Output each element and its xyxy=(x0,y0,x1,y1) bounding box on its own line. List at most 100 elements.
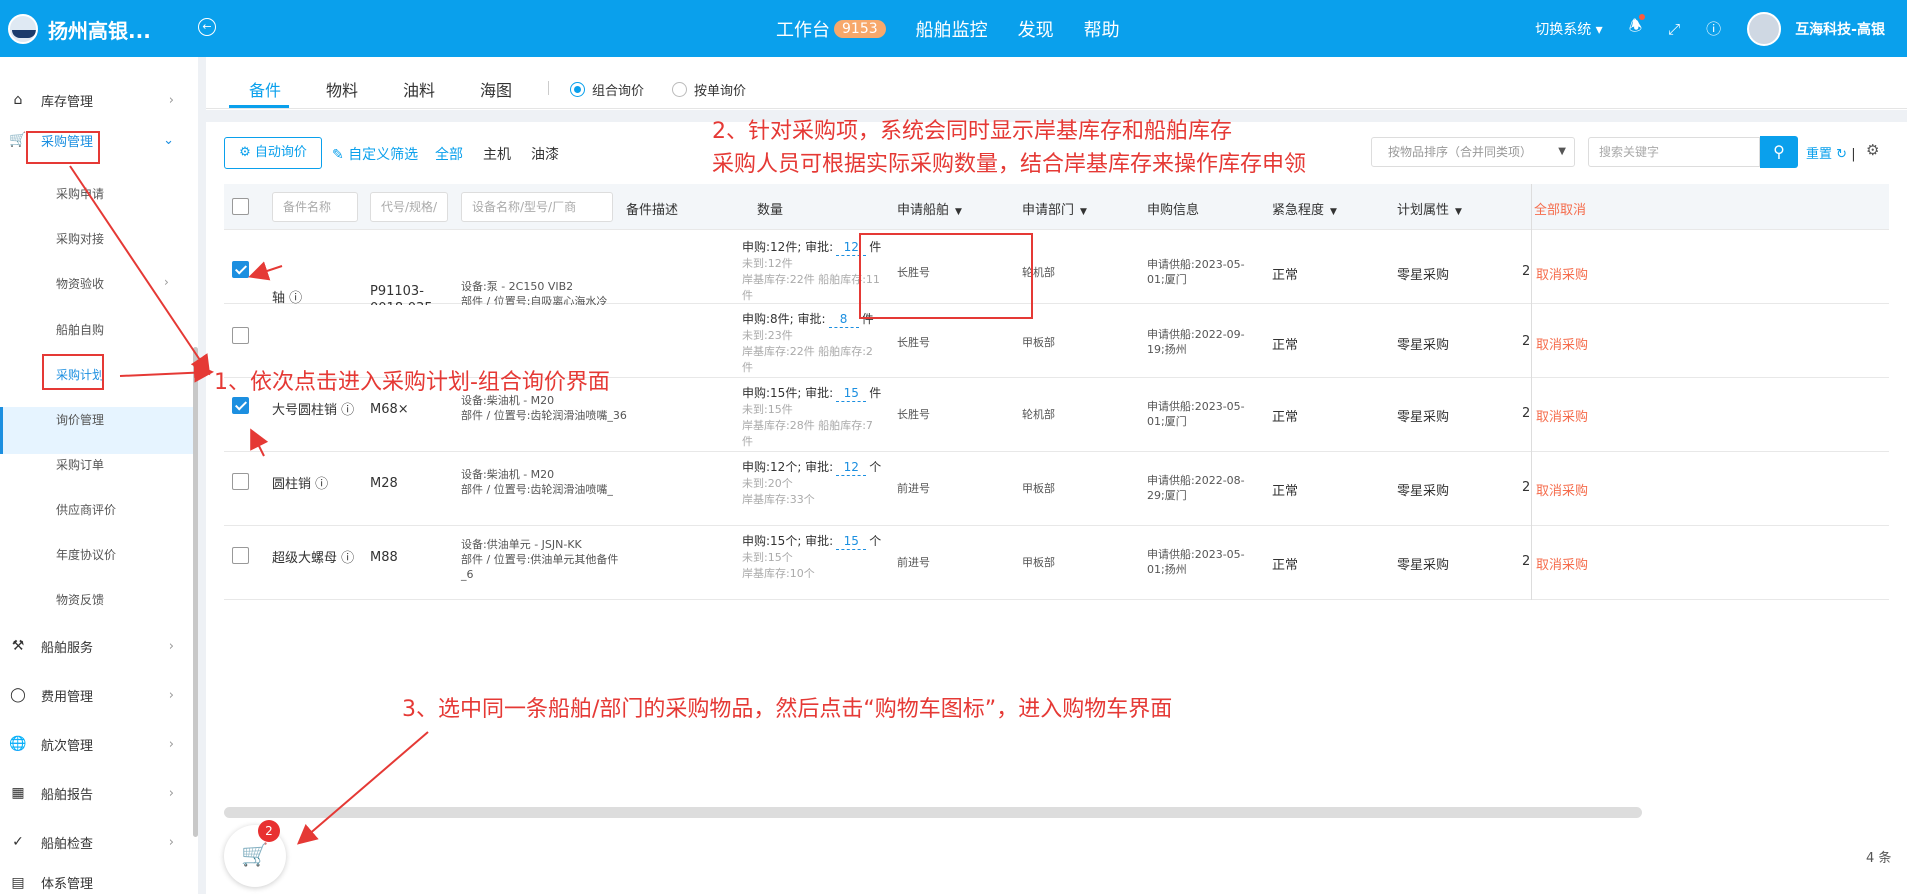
filter-paint[interactable]: 油漆 xyxy=(531,144,559,164)
switch-system-dropdown[interactable]: 切换系统 ▾ xyxy=(1535,19,1602,39)
part-code: M88 xyxy=(370,550,398,565)
sidebar-item-system[interactable]: ▤ 体系管理 xyxy=(0,871,190,894)
sidebar-sub-self-purchase[interactable]: 船舶自购 xyxy=(56,321,104,338)
reset-button[interactable]: 重置 ↻ | xyxy=(1806,143,1856,162)
row-checkbox[interactable] xyxy=(232,327,249,344)
calendar-icon: ▦ xyxy=(11,785,25,801)
fixed-column-divider xyxy=(1531,184,1532,600)
nav-label: 工作台 xyxy=(776,20,830,41)
row-checkbox[interactable] xyxy=(232,473,249,490)
tab-spare-parts[interactable]: 备件 xyxy=(249,77,281,101)
approve-qty-input[interactable]: 15 xyxy=(836,533,867,550)
select-all-checkbox[interactable] xyxy=(232,198,249,215)
filter-code-input[interactable]: 代号/规格/ xyxy=(370,192,448,222)
sidebar-sub-feedback[interactable]: 物资反馈 xyxy=(56,591,104,608)
position-line: 部件 / 位置号:供油单元其他备件_6 xyxy=(461,553,619,581)
qty-cell: 申购:15个; 审批: 15 个 未到:15个 岸基库存:10个 xyxy=(742,533,882,582)
approve-qty-input[interactable]: 12 xyxy=(836,459,867,476)
qty-stock: 岸基库存:28件 船舶库存:7件 xyxy=(742,419,873,448)
part-name: 大号圆柱销 ⓘ xyxy=(272,399,354,418)
refresh-icon: ↻ xyxy=(1836,147,1848,162)
sidebar-sub-purchase-request[interactable]: 采购申请 xyxy=(56,185,104,202)
chevron-right-icon: › xyxy=(168,736,174,752)
cancel-all-button[interactable]: 全部取消 xyxy=(1534,199,1586,218)
tab-oil[interactable]: 油料 xyxy=(403,77,435,101)
approve-qty-input[interactable]: 15 xyxy=(836,385,867,402)
radio-combined-inquiry[interactable]: 组合询价 xyxy=(570,80,644,99)
sidebar-sub-supplier-eval[interactable]: 供应商评价 xyxy=(56,501,116,518)
sidebar-item-inventory[interactable]: ⌂ 库存管理 › xyxy=(0,80,190,120)
cancel-purchase-link[interactable]: 取消采购 xyxy=(1536,480,1588,499)
tab-charts[interactable]: 海图 xyxy=(480,77,512,101)
cancel-purchase-link[interactable]: 取消采购 xyxy=(1536,406,1588,425)
sidebar-scrollbar[interactable] xyxy=(193,347,198,837)
bell-icon[interactable]: 🕭 xyxy=(1629,14,1646,41)
qty-not-arrived: 未到:15个 xyxy=(742,551,793,564)
search-button[interactable]: ⚲ xyxy=(1760,136,1798,168)
nav-discover[interactable]: 发现 xyxy=(1018,16,1054,42)
settings-gear-icon[interactable]: ⚙ xyxy=(1866,141,1879,159)
ship-name: 前进号 xyxy=(897,556,930,569)
sidebar-item-ship-report[interactable]: ▦ 船舶报告 › xyxy=(0,773,190,813)
sidebar-sub-acceptance[interactable]: 物资验收 xyxy=(56,275,104,292)
table-row: 圆柱销 ⓘ M28 设备:柴油机 - M20 部件 / 位置号:齿轮润滑油喷嘴_ … xyxy=(224,453,1889,526)
filter-main-engine[interactable]: 主机 xyxy=(483,144,511,164)
auto-inquiry-button[interactable]: ⚙ 自动询价 xyxy=(224,137,322,169)
cancel-purchase-link[interactable]: 取消采购 xyxy=(1536,334,1588,353)
col-dept[interactable]: 申请部门 ▼ xyxy=(1022,199,1087,218)
qty-request: 申购:8件; 审批: xyxy=(742,312,826,326)
radio-single-inquiry[interactable]: 按单询价 xyxy=(672,80,746,99)
qty-not-arrived: 未到:15件 xyxy=(742,403,793,416)
help-icon[interactable]: ⓘ xyxy=(1706,18,1721,39)
switch-system-label: 切换系统 xyxy=(1535,21,1592,38)
qty-request: 申购:12个; 审批: xyxy=(742,460,834,474)
horizontal-scrollbar[interactable] xyxy=(224,807,1642,818)
cancel-purchase-link[interactable]: 取消采购 xyxy=(1536,264,1588,283)
col-urgency[interactable]: 紧急程度 ▼ xyxy=(1272,199,1337,218)
sidebar-sub-annual-price[interactable]: 年度协议价 xyxy=(56,546,116,563)
fullscreen-icon[interactable]: ⤢ xyxy=(1668,20,1680,38)
sort-select[interactable]: 按物品排序（合并同类项） ▼ xyxy=(1371,137,1575,167)
info-icon[interactable]: ⓘ xyxy=(341,403,354,418)
collapse-sidebar-icon[interactable]: ← xyxy=(198,18,216,36)
sidebar-sub-inquiry[interactable]: 询价管理 xyxy=(56,411,104,428)
nav-workbench[interactable]: 工作台 9153 xyxy=(776,16,886,42)
cancel-purchase-link[interactable]: 取消采购 xyxy=(1536,554,1588,573)
col-urgency-label: 紧急程度 xyxy=(1272,203,1325,218)
tab-bar: 备件 物料 油料 海图 组合询价 按单询价 xyxy=(206,57,1907,109)
row-checkbox[interactable] xyxy=(232,397,249,414)
custom-filter-button[interactable]: ✎ 自定义筛选 xyxy=(332,144,418,164)
sidebar-sub-orders[interactable]: 采购订单 xyxy=(56,456,104,473)
dept-name: 甲板部 xyxy=(1022,556,1055,569)
sidebar-item-voyage[interactable]: 🌐 航次管理 › xyxy=(0,724,190,764)
tab-materials[interactable]: 物料 xyxy=(326,77,358,101)
filter-equipment-input[interactable]: 设备名称/型号/厂商 xyxy=(461,192,613,222)
avatar[interactable] xyxy=(1747,11,1782,46)
search-input[interactable]: 搜索关键字 xyxy=(1588,137,1760,167)
info-icon[interactable]: ⓘ xyxy=(315,477,328,492)
sidebar-item-label: 船舶服务 xyxy=(41,640,94,656)
col-ship[interactable]: 申请船舶 ▼ xyxy=(897,199,962,218)
filter-part-name-input[interactable]: 备件名称 xyxy=(272,192,358,222)
filter-all[interactable]: 全部 xyxy=(435,144,463,164)
ship-name: 长胜号 xyxy=(897,408,930,421)
sidebar-item-label: 航次管理 xyxy=(41,738,94,754)
nav-ship-monitor[interactable]: 船舶监控 xyxy=(916,16,988,42)
info-icon[interactable]: ⓘ xyxy=(341,551,354,566)
nav-help[interactable]: 帮助 xyxy=(1084,16,1120,42)
auto-inquiry-label: 自动询价 xyxy=(254,145,307,160)
qty-stock: 岸基库存:33个 xyxy=(742,493,815,506)
sidebar-item-ship-service[interactable]: ⚒ 船舶服务 › xyxy=(0,626,190,666)
col-plan-attr[interactable]: 计划属性 ▼ xyxy=(1397,199,1462,218)
approve-qty-input[interactable]: 8 xyxy=(828,311,859,328)
info-icon[interactable]: ⓘ xyxy=(289,291,302,306)
reset-label: 重置 xyxy=(1806,147,1833,162)
sidebar-item-ship-inspection[interactable]: ✓ 船舶检查 › xyxy=(0,822,190,862)
sidebar-sub-purchase-docking[interactable]: 采购对接 xyxy=(56,230,104,247)
sidebar-item-expense[interactable]: ◯ 费用管理 › xyxy=(0,675,190,715)
row-checkbox[interactable] xyxy=(232,547,249,564)
row-checkbox[interactable] xyxy=(232,261,249,278)
user-name[interactable]: 互海科技-高银 xyxy=(1795,19,1885,39)
col-dept-label: 申请部门 xyxy=(1022,203,1075,218)
caret-down-icon: ▼ xyxy=(1330,207,1337,217)
